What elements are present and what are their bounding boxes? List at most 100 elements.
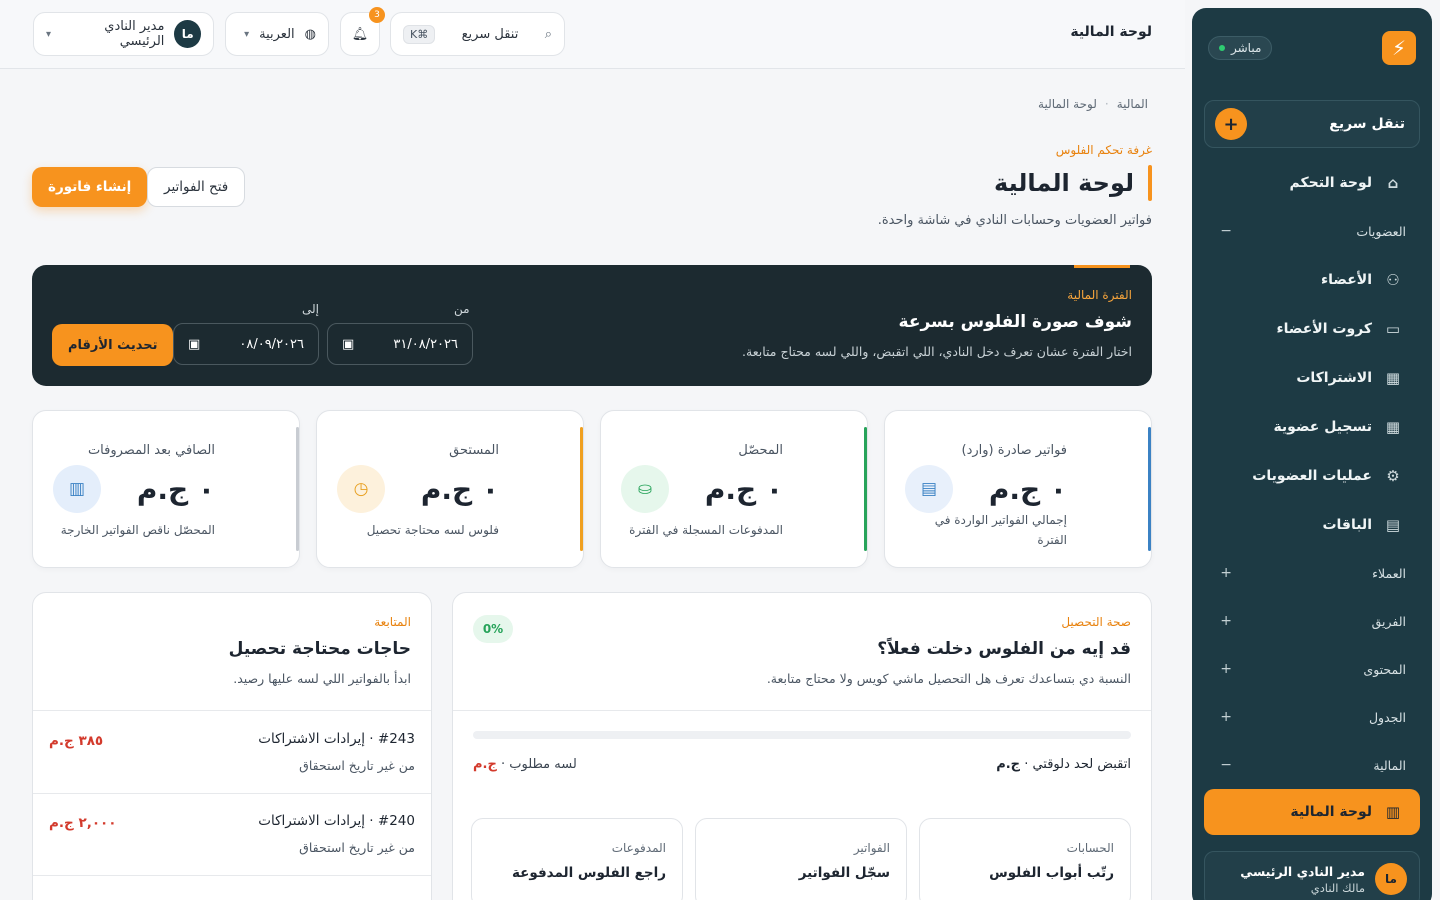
accent-line <box>1074 265 1130 268</box>
calendar-icon: ▣ <box>342 336 355 352</box>
section-label: المالية <box>1373 757 1406 773</box>
expand-icon: + <box>1220 709 1232 725</box>
kpi-label: المستحق <box>449 443 499 458</box>
collected-so-far: اتقبض لحد دلوقتي · ج.م <box>996 757 1131 772</box>
tile-payments[interactable]: المدفوعات راجع الفلوس المدفوعة <box>471 818 683 900</box>
quick-nav-button[interactable]: تنقل سريع + <box>1204 100 1420 148</box>
sidebar-section-team[interactable]: الفريق + <box>1204 597 1420 645</box>
kpi-description: فلوس لسه محتاجة تحصيل <box>366 523 499 537</box>
user-ops-icon: ⚙ <box>1386 466 1400 485</box>
kpi-value: ٠ ج.م <box>136 473 215 506</box>
sidebar-item-label: لوحة التحكم <box>1289 174 1372 191</box>
tile-kicker: الحسابات <box>1066 841 1114 855</box>
period-panel: الفترة المالية شوف صورة الفلوس بسرعة اخت… <box>32 265 1152 386</box>
kpi-description: إجمالي الفواتير الواردة في الفترة <box>934 513 1067 547</box>
sidebar-section-memberships[interactable]: العضويات − <box>1204 207 1420 255</box>
page-title-block: لوحة المالية <box>994 165 1152 201</box>
plus-icon: + <box>1215 108 1247 140</box>
open-invoices-button[interactable]: فتح الفواتير <box>147 167 246 207</box>
sidebar-section-finance[interactable]: المالية − <box>1204 741 1420 789</box>
period-title: شوف صورة الفلوس بسرعة <box>898 312 1132 332</box>
collection-summary: اتقبض لحد دلوقتي · ج.م لسه مطلوب · ج.م <box>473 757 1131 772</box>
required-value: ج.م <box>473 757 497 772</box>
kpi-value: ٠ ج.م <box>420 473 499 506</box>
breadcrumb-parent[interactable]: المالية <box>1117 97 1148 111</box>
divider <box>33 875 431 876</box>
sidebar-item-label: تسجيل عضوية <box>1273 418 1372 435</box>
tile-invoices[interactable]: الفواتير سجّل الفواتير <box>695 818 907 900</box>
chevron-down-icon: ▾ <box>244 28 250 40</box>
sidebar-item-finance-dashboard[interactable]: ▥ لوحة المالية <box>1204 789 1420 835</box>
calendar-icon: ▣ <box>188 336 201 352</box>
package-icon: ▤ <box>1385 515 1401 534</box>
live-status-badge: مباشر <box>1208 36 1273 60</box>
tile-accounts[interactable]: الحسابات رتّب أبواب الفلوس <box>919 818 1131 900</box>
create-invoice-button[interactable]: إنشاء فاتورة <box>32 167 148 207</box>
kpi-accent-bar <box>580 427 583 551</box>
collapse-icon: − <box>1220 223 1232 239</box>
bar-chart-icon: ▥ <box>1385 803 1401 821</box>
section-label: الجدول <box>1368 709 1406 725</box>
user-name: مدير النادي الرئيسي <box>1240 863 1365 879</box>
bell-icon: 🔔︎ <box>351 26 369 42</box>
sidebar-item-members[interactable]: ⚇ الأعضاء <box>1204 255 1420 304</box>
notifications-button[interactable]: 🔔︎ 3 <box>340 7 385 56</box>
list-item[interactable]: #243 · إيرادات الاشتراكات من غير تاريخ ا… <box>33 711 431 793</box>
card-subtitle: ابدأ بالفواتير اللي لسه عليها رصيد. <box>233 671 411 686</box>
invoice-amount: ٣٨٥ ج.م <box>49 733 104 749</box>
still-required: لسه مطلوب · ج.م <box>473 757 577 772</box>
sidebar-item-label: الأعضاء <box>1321 271 1372 288</box>
list-item[interactable]: #240 · إيرادات الاشتراكات من غير تاريخ ا… <box>33 793 431 875</box>
kpi-card-net: الصافي بعد المصروفات ٠ ج.م ▥ المحصّل ناق… <box>32 410 300 568</box>
language-selector[interactable]: ◍ العربية ▾ <box>225 12 329 56</box>
tile-title: رتّب أبواب الفلوس <box>989 865 1114 881</box>
sidebar-item-membership-registration[interactable]: ▦ تسجيل عضوية <box>1204 402 1420 451</box>
kpi-accent-bar <box>1148 427 1151 551</box>
from-date-value: ٣١/٠٨/٢٠٢٦ <box>393 336 458 352</box>
card-icon: ▭ <box>1385 319 1401 338</box>
sidebar-item-member-cards[interactable]: ▭ كروت الأعضاء <box>1204 304 1420 353</box>
title-accent <box>1148 165 1152 201</box>
sidebar-section-schedule[interactable]: الجدول + <box>1204 693 1420 741</box>
collapse-icon: − <box>1220 757 1232 773</box>
sidebar-item-subscriptions[interactable]: ▦ الاشتراكات <box>1204 353 1420 402</box>
expand-icon: + <box>1220 661 1232 677</box>
user-menu-name: مدير النادي الرئيسي <box>104 19 165 49</box>
chevron-down-icon: ▾ <box>46 28 52 40</box>
live-dot-icon <box>1219 45 1225 51</box>
percent-badge: 0% <box>473 615 513 643</box>
to-date-field[interactable]: ٠٨/٠٩/٢٠٢٦ ▣ <box>173 323 319 365</box>
section-label: العضويات <box>1356 223 1406 239</box>
card-eyebrow: المتابعة <box>374 615 411 629</box>
clipboard-icon: ▦ <box>1385 368 1401 387</box>
kpi-accent-bar <box>296 427 299 551</box>
sidebar-item-dashboard[interactable]: ⌂ لوحة التحكم <box>1204 158 1420 207</box>
search-icon: ⌕ <box>544 26 552 42</box>
collected-value: ج.م <box>996 757 1021 772</box>
sidebar-section-clients[interactable]: العملاء + <box>1204 549 1420 597</box>
sidebar-item-packages[interactable]: ▤ الباقات <box>1204 500 1420 549</box>
search-input[interactable]: ⌕ تنقل سريع ⌘K <box>390 12 565 56</box>
update-numbers-button[interactable]: تحديث الأرقام <box>52 324 174 366</box>
sidebar: ⚡ مباشر تنقل سريع + ⌂ لوحة التحكم العضوي… <box>1192 8 1432 900</box>
to-date-value: ٠٨/٠٩/٢٠٢٦ <box>239 336 304 352</box>
search-placeholder: تنقل سريع <box>461 26 519 42</box>
sidebar-user-card[interactable]: ما مدير النادي الرئيسي مالك النادي <box>1204 851 1420 900</box>
breadcrumb-current: لوحة المالية <box>1038 97 1097 111</box>
invoice-icon: ▤ <box>905 465 953 513</box>
user-menu[interactable]: ما مدير النادي الرئيسي ▾ <box>33 12 214 56</box>
tile-title: راجع الفلوس المدفوعة <box>511 865 666 881</box>
page-title: لوحة المالية <box>994 169 1134 197</box>
expand-icon: + <box>1220 565 1232 581</box>
brand-logo-icon[interactable]: ⚡ <box>1382 31 1416 65</box>
kpi-value: ٠ ج.م <box>988 473 1067 506</box>
sidebar-section-content[interactable]: المحتوى + <box>1204 645 1420 693</box>
tile-title: سجّل الفواتير <box>798 865 890 881</box>
sidebar-item-membership-ops[interactable]: ⚙ عمليات العضويات <box>1204 451 1420 500</box>
chart-icon: ▥ <box>53 465 101 513</box>
from-date-field[interactable]: ٣١/٠٨/٢٠٢٦ ▣ <box>327 323 473 365</box>
kpi-label: الصافي بعد المصروفات <box>87 443 215 458</box>
card-subtitle: النسبة دي بتساعدك تعرف هل التحصيل ماشي ك… <box>766 671 1131 686</box>
collection-health-card: صحة التحصيل قد إيه من الفلوس دخلت فعلاً؟… <box>452 592 1152 900</box>
from-label: من <box>454 302 470 316</box>
